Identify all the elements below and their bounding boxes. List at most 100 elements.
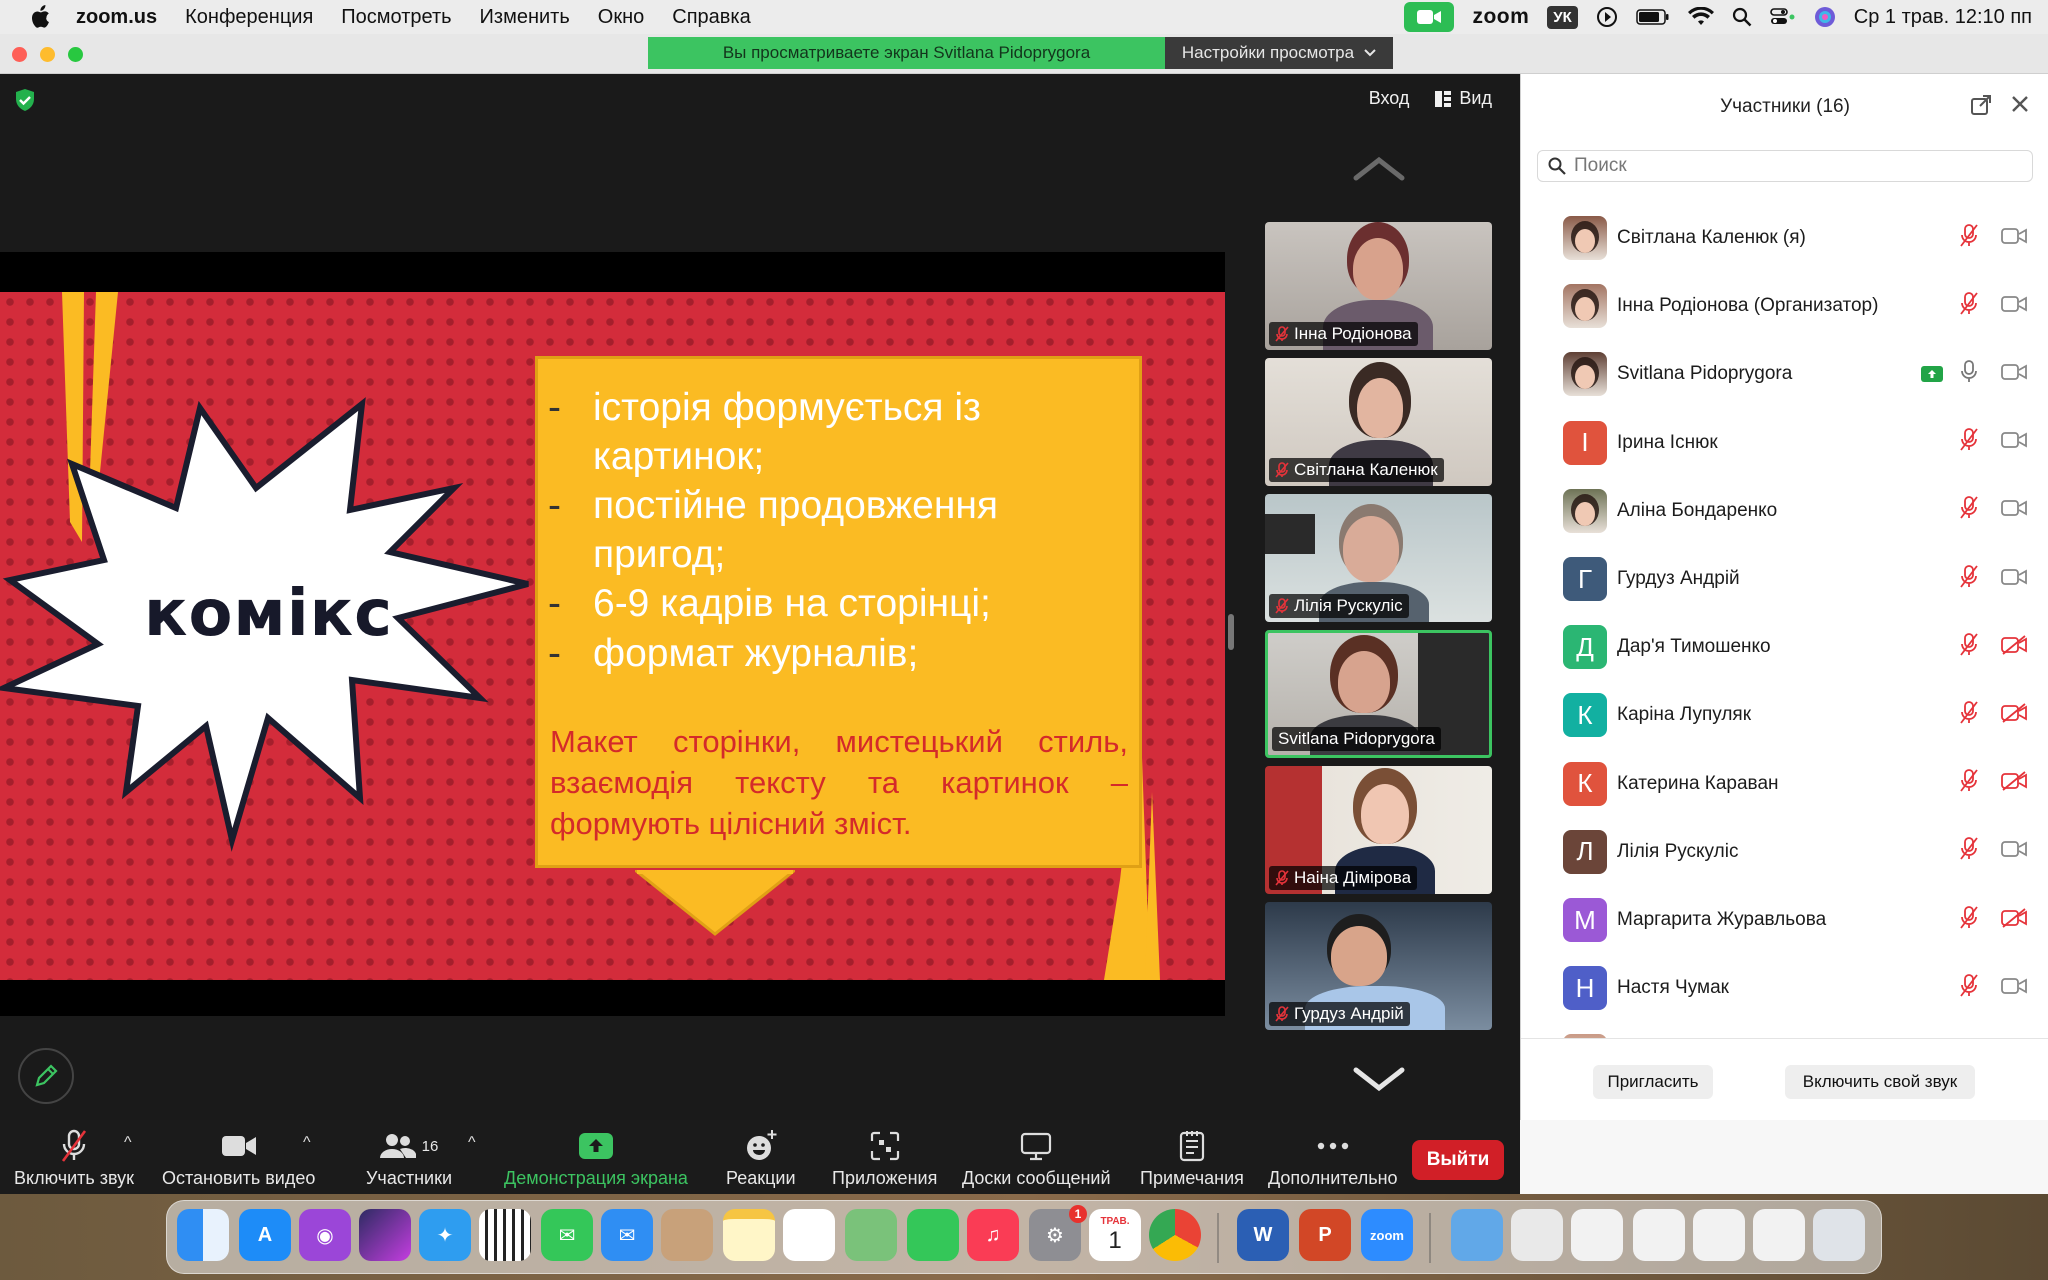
recent-document-icon[interactable]: [1753, 1209, 1805, 1261]
participant-row[interactable]: Г Гурдуз Андрій: [1521, 545, 2048, 613]
mail-icon[interactable]: ✉: [601, 1209, 653, 1261]
menu-app-name[interactable]: zoom.us: [60, 6, 171, 29]
muted-mic-icon[interactable]: [1959, 223, 1979, 253]
popout-icon[interactable]: [1970, 94, 1992, 116]
stop-video-button[interactable]: Остановить видео: [162, 1128, 315, 1189]
apple-icon[interactable]: [20, 0, 60, 34]
zoom-dock-icon[interactable]: zoom: [1361, 1209, 1413, 1261]
play-icon[interactable]: [1596, 6, 1618, 28]
recent-document-icon[interactable]: [1633, 1209, 1685, 1261]
enter-button[interactable]: Вход: [1369, 88, 1410, 109]
annotate-button[interactable]: [18, 1048, 74, 1104]
leave-meeting-button[interactable]: Выйти: [1412, 1140, 1504, 1180]
apps-button[interactable]: Приложения: [832, 1128, 937, 1189]
video-icon[interactable]: [2001, 498, 2027, 523]
participant-row[interactable]: Svitlana Pidoprygora: [1521, 340, 2048, 408]
video-options-caret[interactable]: ^: [303, 1134, 311, 1152]
maps-icon[interactable]: [845, 1209, 897, 1261]
siri-app-icon[interactable]: [359, 1209, 411, 1261]
menu-window[interactable]: Окно: [584, 6, 658, 29]
menu-conference[interactable]: Конференция: [171, 6, 327, 29]
downloads-folder-icon[interactable]: [1451, 1209, 1503, 1261]
share-screen-button[interactable]: Демонстрация экрана: [504, 1128, 688, 1189]
video-tile[interactable]: Світлана Каленюк: [1265, 358, 1492, 486]
zoom-camera-status-icon[interactable]: [1404, 2, 1455, 32]
more-button[interactable]: Дополнительно: [1268, 1128, 1398, 1189]
podcasts-icon[interactable]: ◉: [299, 1209, 351, 1261]
participants-options-caret[interactable]: ^: [468, 1134, 476, 1152]
invite-button[interactable]: Пригласить: [1593, 1065, 1713, 1099]
messages-icon[interactable]: ✉: [541, 1209, 593, 1261]
video-off-icon[interactable]: [2001, 634, 2027, 660]
piano-app-icon[interactable]: [479, 1209, 531, 1261]
calendar-icon[interactable]: ТРАВ. 1: [1089, 1209, 1141, 1261]
video-tile[interactable]: Інна Родіонова: [1265, 222, 1492, 350]
muted-mic-icon[interactable]: [1959, 428, 1979, 457]
participants-button[interactable]: 16 Участники: [366, 1128, 452, 1189]
muted-mic-icon[interactable]: [1959, 700, 1979, 730]
unmute-self-button[interactable]: Включить свой звук: [1785, 1065, 1975, 1099]
music-icon[interactable]: ♫: [967, 1209, 1019, 1261]
view-button[interactable]: Вид: [1435, 88, 1492, 109]
trash-icon[interactable]: [1813, 1209, 1865, 1261]
mic-icon[interactable]: [1959, 359, 1979, 389]
reactions-button[interactable]: Реакции: [726, 1128, 796, 1189]
participant-row[interactable]: К Катерина Караван: [1521, 750, 2048, 818]
muted-mic-icon[interactable]: [1959, 291, 1979, 321]
video-tile-active-speaker[interactable]: Svitlana Pidoprygora: [1265, 630, 1492, 758]
video-icon[interactable]: [2001, 976, 2027, 1001]
audio-options-caret[interactable]: ^: [124, 1134, 132, 1152]
video-icon[interactable]: [2001, 362, 2027, 387]
clock[interactable]: Ср 1 трав. 12:10 пп: [1854, 6, 2032, 29]
app-store-icon[interactable]: A: [239, 1209, 291, 1261]
control-center-icon[interactable]: [1769, 7, 1796, 27]
muted-mic-icon[interactable]: [1959, 496, 1979, 525]
video-off-icon[interactable]: [2001, 771, 2027, 796]
chrome-icon[interactable]: [1149, 1209, 1201, 1261]
view-options-dropdown[interactable]: Настройки просмотра: [1165, 37, 1393, 69]
video-off-icon[interactable]: [2001, 907, 2027, 933]
keyboard-layout-indicator[interactable]: УК: [1547, 5, 1578, 29]
close-icon[interactable]: [2010, 94, 2030, 114]
video-tile[interactable]: Лілія Рускуліс: [1265, 494, 1492, 622]
video-icon[interactable]: [2001, 226, 2027, 251]
video-icon[interactable]: [2001, 839, 2027, 864]
minimize-window-button[interactable]: [40, 47, 55, 62]
participant-row[interactable]: Н Настя Чумак: [1521, 954, 2048, 1022]
safari-icon[interactable]: ✦: [419, 1209, 471, 1261]
notes-app-icon[interactable]: [723, 1209, 775, 1261]
recent-document-icon[interactable]: [1571, 1209, 1623, 1261]
participant-row[interactable]: Аліна Бондаренко: [1521, 477, 2048, 545]
menu-edit[interactable]: Изменить: [466, 6, 584, 29]
reminders-icon[interactable]: [783, 1209, 835, 1261]
notes-button[interactable]: Примечания: [1140, 1128, 1244, 1189]
video-icon[interactable]: [2001, 294, 2027, 319]
unmute-button[interactable]: Включить звук: [14, 1128, 134, 1189]
participant-row[interactable]: Інна Родіонова (Организатор): [1521, 272, 2048, 340]
recent-document-icon[interactable]: [1511, 1209, 1563, 1261]
zoom-window-button[interactable]: [68, 47, 83, 62]
spotlight-search-icon[interactable]: [1732, 7, 1752, 27]
muted-mic-icon[interactable]: [1959, 564, 1979, 594]
scroll-up-icon[interactable]: [1352, 154, 1406, 184]
battery-icon[interactable]: [1636, 8, 1670, 26]
finder-icon[interactable]: [177, 1209, 229, 1261]
muted-mic-icon[interactable]: [1959, 905, 1979, 935]
video-off-icon[interactable]: [2001, 703, 2027, 728]
participant-row[interactable]: К Каріна Лупуляк: [1521, 681, 2048, 749]
menu-help[interactable]: Справка: [658, 6, 764, 29]
video-tile[interactable]: Наіна Дімірова: [1265, 766, 1492, 894]
participants-search[interactable]: Поиск: [1537, 150, 2033, 182]
muted-mic-icon[interactable]: [1959, 769, 1979, 798]
system-settings-icon[interactable]: ⚙ 1: [1029, 1205, 1087, 1261]
siri-icon[interactable]: [1814, 6, 1836, 28]
participant-row[interactable]: М Маргарита Журавльова: [1521, 886, 2048, 954]
muted-mic-icon[interactable]: [1959, 837, 1979, 866]
participant-row[interactable]: І Ірина Існюк: [1521, 409, 2048, 477]
zoom-status-label[interactable]: zoom: [1472, 5, 1529, 29]
powerpoint-icon[interactable]: P: [1299, 1209, 1351, 1261]
recent-document-icon[interactable]: [1693, 1209, 1745, 1261]
word-icon[interactable]: W: [1237, 1209, 1289, 1261]
participant-row[interactable]: Л Лілія Рускуліс: [1521, 818, 2048, 886]
participant-row[interactable]: Д Дар'я Тимошенко: [1521, 613, 2048, 681]
